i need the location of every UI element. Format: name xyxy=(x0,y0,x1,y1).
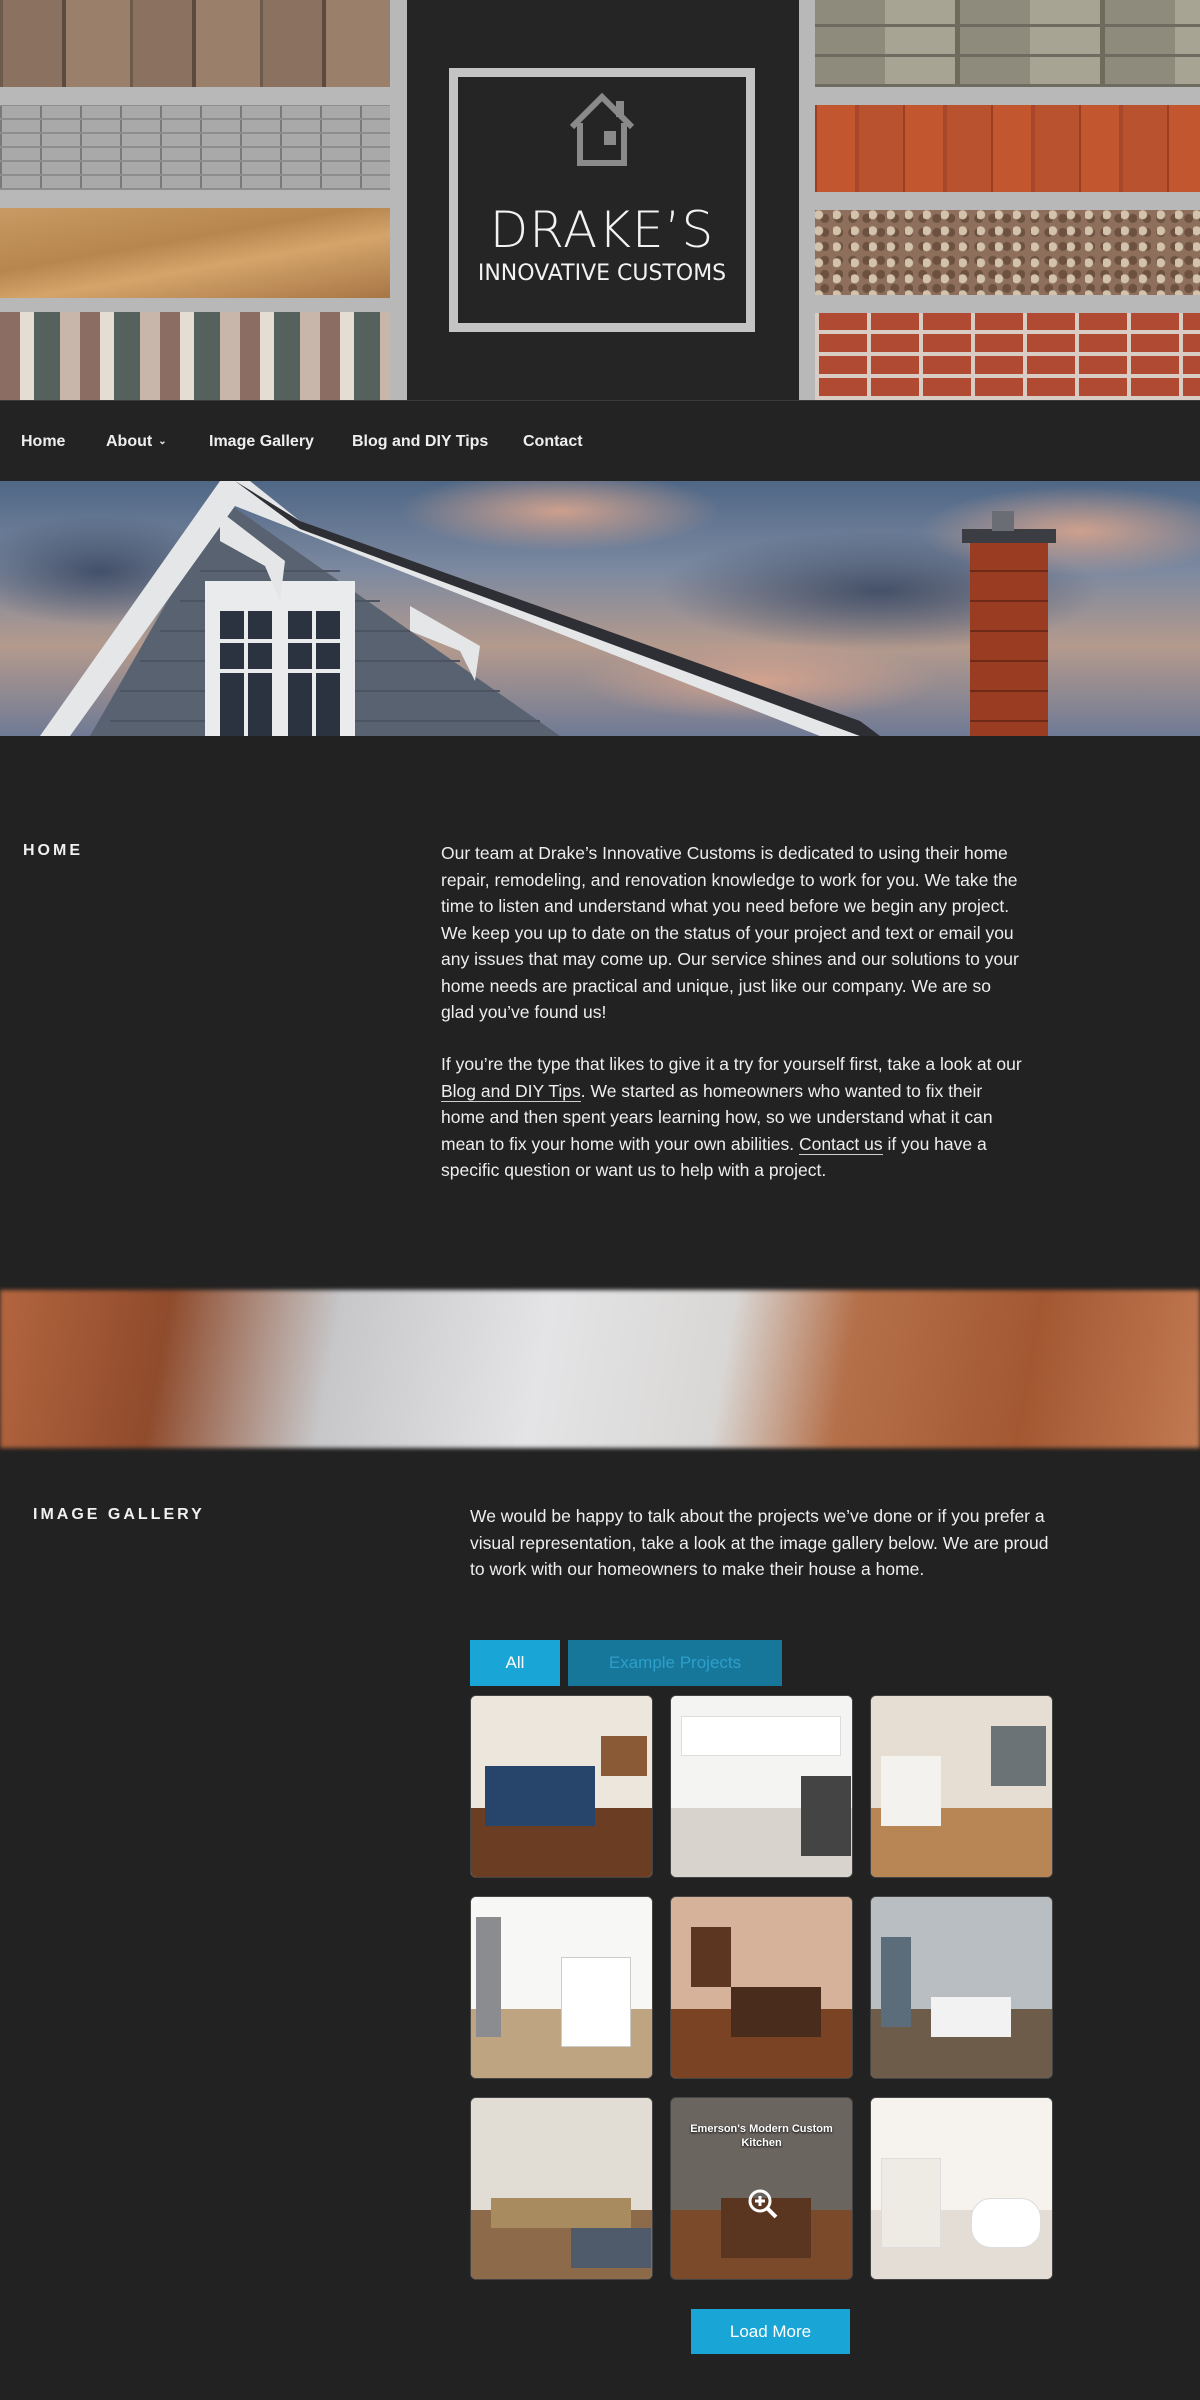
gallery-thumbnail[interactable] xyxy=(870,1695,1053,1878)
nav-item-image-gallery[interactable]: Image Gallery xyxy=(209,432,314,452)
texture-stone-wall xyxy=(815,0,1200,87)
gallery-thumbnail[interactable] xyxy=(470,1896,653,2079)
contact-us-link[interactable]: Contact us xyxy=(798,1133,883,1155)
texture-gravel xyxy=(815,210,1200,295)
nav-item-about[interactable]: About ⌄ xyxy=(106,432,167,452)
hero-image-house xyxy=(0,481,1200,736)
nav-item-about-label: About xyxy=(106,433,153,450)
gallery-thumbnail[interactable] xyxy=(670,1695,853,1878)
texture-peeling-paint xyxy=(0,312,390,400)
texture-red-wood xyxy=(815,105,1200,192)
texture-grey-brick xyxy=(0,105,390,190)
site-logo[interactable]: DRAKE’S INNOVATIVE CUSTOMS xyxy=(449,68,755,332)
zoom-in-icon[interactable] xyxy=(747,2188,779,2220)
gallery-thumbnail[interactable] xyxy=(670,1896,853,2079)
home-intro-paragraph: Our team at Drake’s Innovative Customs i… xyxy=(441,843,1019,1022)
gallery-intro-paragraph: We would be happy to talk about the proj… xyxy=(470,1506,1049,1579)
load-more-button[interactable]: Load More xyxy=(691,2309,850,2354)
parallax-image-strip xyxy=(0,1290,1200,1448)
house-roof-illustration xyxy=(0,481,1200,736)
blog-diy-link[interactable]: Blog and DIY Tips xyxy=(441,1080,581,1102)
header-banner: DRAKE’S INNOVATIVE CUSTOMS xyxy=(0,0,1200,400)
gallery-thumbnail[interactable] xyxy=(870,1896,1053,2079)
texture-column-left xyxy=(0,0,407,400)
nav-item-home[interactable]: Home xyxy=(21,432,65,452)
house-logo-icon xyxy=(569,92,635,166)
logo-name: DRAKE’S xyxy=(489,201,715,259)
section-title-gallery: IMAGE GALLERY xyxy=(33,1506,205,1523)
section-title-home: HOME xyxy=(23,842,83,859)
texture-weathered-wood xyxy=(0,0,390,87)
nav-item-blog[interactable]: Blog and DIY Tips xyxy=(352,432,488,452)
filter-all-button[interactable]: All xyxy=(470,1640,560,1686)
home-diy-paragraph: If you’re the type that likes to give it… xyxy=(441,1051,1026,1184)
filter-example-projects-button[interactable]: Example Projects xyxy=(568,1640,782,1686)
gallery-thumbnail[interactable] xyxy=(870,2097,1053,2280)
texture-column-right xyxy=(799,0,1200,400)
nav-item-contact[interactable]: Contact xyxy=(523,432,583,452)
gallery-thumbnail[interactable] xyxy=(470,1695,653,1878)
texture-plywood xyxy=(0,208,390,298)
diy-text-before: If you’re the type that likes to give it… xyxy=(441,1054,1022,1074)
logo-subtitle: INNOVATIVE CUSTOMS xyxy=(477,261,727,286)
gallery-thumbnail[interactable] xyxy=(470,2097,653,2280)
texture-red-brick xyxy=(815,313,1200,400)
chevron-down-icon: ⌄ xyxy=(158,436,167,447)
main-navigation: Home About ⌄ Image Gallery Blog and DIY T… xyxy=(0,400,1200,481)
thumbnail-hover-title: Emerson's Modern Custom Kitchen xyxy=(690,2123,833,2149)
gallery-thumbnail-hovered[interactable]: Emerson's Modern Custom Kitchen xyxy=(670,2097,853,2280)
